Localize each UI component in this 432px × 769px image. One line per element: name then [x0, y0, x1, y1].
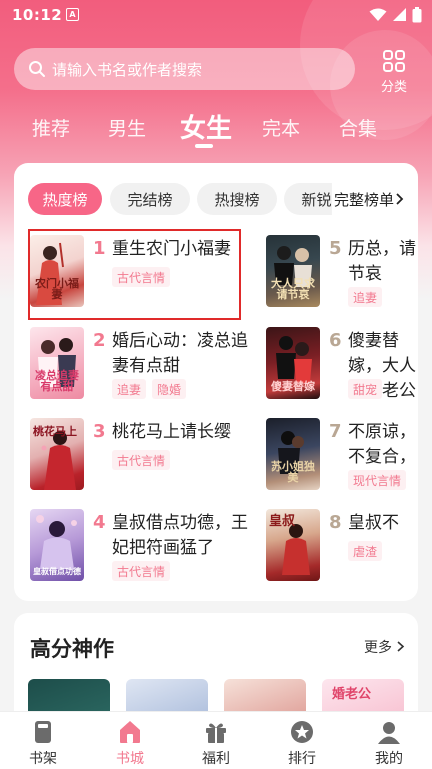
- bookshelf-icon: [35, 721, 51, 743]
- book-title: 历总，请节哀: [348, 239, 416, 284]
- search-icon: [29, 61, 45, 77]
- book-cover: 傻妻替嫁: [266, 327, 320, 399]
- nav-bookshelf[interactable]: 书架: [13, 719, 73, 768]
- signal-icon: [393, 8, 406, 21]
- mini-cover-text: 婚老公: [332, 687, 372, 702]
- book-tags: 古代言情: [112, 561, 171, 581]
- book-item-3[interactable]: 桃花马上 3 桃花马上请长缨 古代言情: [30, 418, 250, 494]
- book-rank: 5: [329, 238, 342, 259]
- search-placeholder: 请输入书名或作者搜索: [52, 60, 203, 79]
- book-cover-text: 傻妻替嫁: [271, 380, 315, 394]
- tab-collection[interactable]: 合集: [339, 114, 377, 141]
- more-link[interactable]: 更多: [364, 637, 405, 657]
- book-rank: 7: [329, 421, 342, 442]
- book-cover: 凌总追妻有点甜: [30, 327, 84, 399]
- more-label: 更多: [364, 640, 392, 656]
- book-title: 皇叔不: [348, 513, 399, 533]
- book-tags: 追妻 隐婚: [112, 379, 187, 399]
- book-cover-text: 凌总追妻有点甜: [35, 368, 79, 394]
- book-tag: 古代言情: [112, 561, 171, 581]
- battery-icon: [412, 7, 422, 23]
- book-rank: 2: [93, 330, 106, 351]
- book-tag: 甜宠: [348, 379, 383, 399]
- book-tag: 追妻: [348, 287, 383, 307]
- nav-store[interactable]: 书城: [100, 719, 160, 768]
- book-tags: 现代言情: [348, 470, 407, 490]
- chip-completed[interactable]: 完结榜: [110, 183, 190, 215]
- book-tags: 甜宠: [348, 379, 383, 399]
- nav-label: 福利: [202, 751, 230, 767]
- nav-label: 书架: [29, 751, 57, 767]
- profile-icon: [378, 722, 400, 744]
- book-tag: 古代言情: [112, 450, 171, 470]
- category-grid-icon: [383, 50, 405, 72]
- nav-profile[interactable]: 我的: [359, 719, 419, 768]
- notification-badge: A: [66, 8, 79, 21]
- book-title: 皇叔借点功德，王妃把符画猛了: [112, 513, 248, 558]
- chip-search[interactable]: 热搜榜: [197, 183, 277, 215]
- chevron-right-icon: [397, 641, 405, 652]
- book-item-7[interactable]: 苏小姐独美 7 不原谅，不复合，苏小姐 现代言情: [266, 418, 418, 494]
- book-cover-text: 苏小姐独美: [271, 459, 315, 485]
- book-item-4[interactable]: 皇叔借点功德 4 皇叔借点功德，王妃把符画猛了 古代言情: [30, 509, 250, 585]
- book-tag: 隐婚: [152, 379, 187, 399]
- section-title: 高分神作: [30, 637, 114, 661]
- book-rank: 8: [329, 512, 342, 533]
- book-cover: 大人只求请节哀: [266, 235, 320, 307]
- book-item-2[interactable]: 凌总追妻有点甜 2 婚后心动：凌总追妻有点甜 追妻 隐婚: [30, 327, 250, 403]
- book-title: 桃花马上请长缨: [112, 422, 231, 442]
- status-bar: 10:12 A: [0, 0, 432, 30]
- book-cover-text: 大人只求请节哀: [271, 276, 315, 302]
- chevron-right-icon: [396, 193, 404, 205]
- channel-tabs: 推荐 男生 女生 完本 合集: [0, 108, 432, 148]
- tab-male[interactable]: 男生: [108, 114, 146, 141]
- book-tags: 虐渣: [348, 541, 383, 561]
- tab-female[interactable]: 女生: [180, 108, 232, 145]
- book-title: 婚后心动：凌总追妻有点甜: [112, 331, 248, 376]
- wifi-icon: [369, 8, 387, 21]
- nav-label: 书城: [116, 751, 144, 767]
- bottom-nav: 书架 书城 福利 排行 我的: [0, 711, 432, 769]
- book-cover-text: 桃花马上: [33, 425, 77, 438]
- book-tags: 古代言情: [112, 450, 171, 470]
- nav-label: 排行: [288, 751, 316, 767]
- store-icon: [120, 721, 140, 743]
- book-cover: 桃花马上: [30, 418, 84, 490]
- book-item-8[interactable]: 皇叔 8 皇叔不 虐渣: [266, 509, 418, 585]
- tab-recommend[interactable]: 推荐: [32, 114, 70, 141]
- book-cover: 皇叔: [266, 509, 320, 581]
- book-item-6[interactable]: 傻妻替嫁 6 傻妻替嫁，大人物人老公 甜宠: [266, 327, 418, 403]
- full-list-link[interactable]: 完整榜单: [332, 183, 405, 215]
- book-cover: 皇叔借点功德: [30, 509, 84, 581]
- status-time: 10:12: [12, 6, 63, 24]
- nav-label: 我的: [375, 751, 403, 767]
- tab-completed[interactable]: 完本: [262, 114, 300, 141]
- book-item-5[interactable]: 大人只求请节哀 5 历总，请节哀 追妻: [266, 235, 418, 311]
- nav-welfare[interactable]: 福利: [186, 719, 246, 768]
- book-cover-text: 皇叔借点功德: [33, 565, 81, 576]
- highlight-box: [28, 229, 241, 320]
- book-cover-text: 皇叔: [269, 514, 296, 529]
- book-tag: 虐渣: [348, 541, 383, 561]
- nav-ranking[interactable]: 排行: [272, 719, 332, 768]
- book-cover: 苏小姐独美: [266, 418, 320, 490]
- book-tag: 追妻: [112, 379, 147, 399]
- book-rank: 4: [93, 512, 106, 533]
- category-button[interactable]: 分类: [374, 48, 414, 95]
- book-rank: 6: [329, 330, 342, 351]
- book-tag: 现代言情: [348, 470, 407, 490]
- active-tab-indicator: [195, 144, 213, 148]
- full-list-label: 完整榜单: [334, 190, 395, 209]
- ranking-icon: [291, 721, 313, 743]
- chip-hot[interactable]: 热度榜: [28, 183, 102, 215]
- gift-icon: [206, 723, 226, 743]
- book-rank: 3: [93, 421, 106, 442]
- category-label: 分类: [380, 80, 407, 95]
- book-tags: 追妻: [348, 287, 383, 307]
- search-input[interactable]: 请输入书名或作者搜索: [14, 48, 355, 90]
